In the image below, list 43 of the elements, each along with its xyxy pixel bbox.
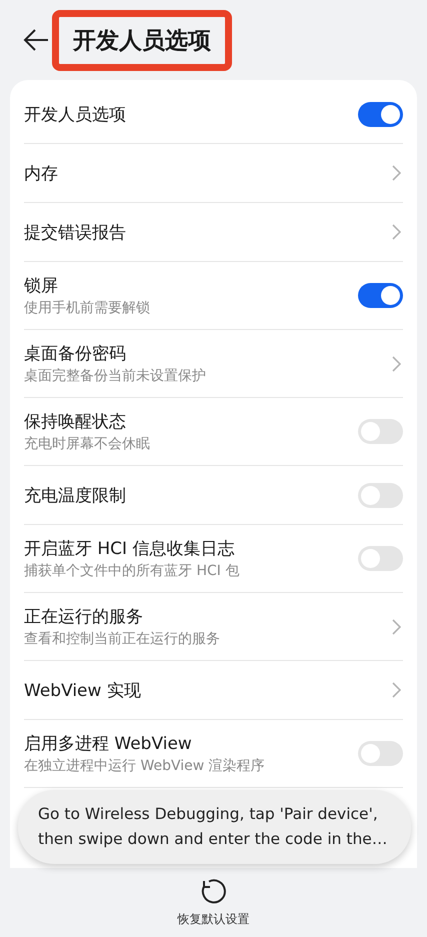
settings-row[interactable]: 保持唤醒状态 充电时屏幕不会休眠 (24, 398, 403, 466)
toggle-switch[interactable] (358, 741, 403, 766)
settings-row[interactable]: 充电温度限制 (24, 466, 403, 525)
toggle-switch[interactable] (358, 482, 403, 508)
toggle-switch[interactable] (358, 419, 403, 444)
page-title: 开发人员选项 (52, 10, 232, 70)
setting-subtitle: 查看和控制当前正在运行的服务 (24, 630, 221, 648)
setting-title: 保持唤醒状态 (24, 411, 127, 433)
chevron-icon (391, 682, 401, 698)
settings-row[interactable]: 正在运行的服务 查看和控制当前正在运行的服务 (24, 593, 403, 661)
settings-row[interactable]: 启用多进程 WebView 在独立进程中运行 WebView 渲染程序 (24, 720, 403, 788)
chevron-icon (391, 356, 401, 372)
setting-title: 充电温度限制 (24, 484, 127, 506)
setting-title: 正在运行的服务 (24, 606, 144, 628)
toggle-switch[interactable] (358, 546, 403, 571)
chevron-icon (391, 165, 401, 181)
setting-subtitle: 捕获单个文件中的所有蓝牙 HCI 包 (24, 562, 240, 580)
settings-row[interactable]: WebView 实现 (24, 661, 403, 720)
setting-title: 提交错误报告 (24, 222, 127, 244)
reset-label[interactable]: 恢复默认设置 (178, 911, 250, 928)
setting-subtitle: 桌面完整备份当前未设置保护 (24, 367, 207, 385)
setting-title: 开发人员选项 (24, 104, 127, 126)
setting-subtitle: 在独立进程中运行 WebView 渲染程序 (24, 757, 266, 775)
debugging-toast: Go to Wireless Debugging, tap 'Pair device', then swipe down and enter the code in the… (18, 790, 411, 864)
toggle-switch[interactable] (358, 283, 403, 308)
settings-row[interactable]: 开发人员选项 (24, 85, 403, 144)
reset-icon[interactable] (200, 877, 228, 905)
setting-title: 桌面备份密码 (24, 343, 127, 365)
toggle-switch[interactable] (358, 102, 403, 126)
chevron-icon (391, 224, 401, 240)
setting-title: 内存 (24, 162, 59, 184)
setting-title: WebView 实现 (24, 680, 142, 702)
setting-title: 启用多进程 WebView (24, 733, 193, 755)
setting-title: 开启蓝牙 HCI 信息收集日志 (24, 538, 236, 560)
setting-title: 锁屏 (24, 275, 59, 297)
settings-row[interactable]: 开启蓝牙 HCI 信息收集日志 捕获单个文件中的所有蓝牙 HCI 包 (24, 525, 403, 593)
settings-row[interactable]: 提交错误报告 (24, 203, 403, 262)
setting-subtitle: 使用手机前需要解锁 (24, 299, 151, 317)
setting-subtitle: 充电时屏幕不会休眠 (24, 435, 151, 453)
settings-row[interactable]: 内存 (24, 144, 403, 203)
settings-row[interactable]: 锁屏 使用手机前需要解锁 (24, 262, 403, 330)
chevron-icon (391, 618, 401, 634)
settings-row[interactable]: 桌面备份密码 桌面完整备份当前未设置保护 (24, 330, 403, 398)
